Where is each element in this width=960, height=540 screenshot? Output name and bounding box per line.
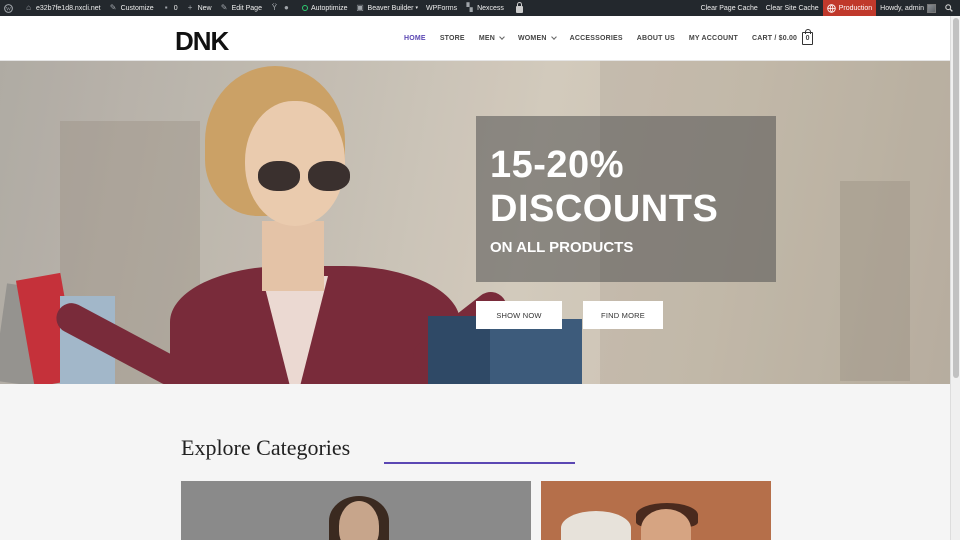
globe-icon [826, 3, 836, 13]
nav-home[interactable]: HOME [404, 35, 426, 42]
howdy-admin-link[interactable]: Howdy, admin [876, 0, 940, 16]
nav-store-label: STORE [439, 35, 465, 42]
admin-comments-count: 0 [173, 4, 178, 12]
hero-banner: 15-20% DISCOUNTS ON ALL PRODUCTS SHOW NO… [0, 61, 950, 384]
nav-about-us[interactable]: ABOUT US [637, 35, 675, 42]
admin-customize-label: Customize [120, 4, 154, 12]
category-card-men[interactable] [541, 481, 771, 540]
plus-icon: + [187, 3, 193, 12]
seo-dot-icon: ● [284, 3, 289, 12]
brush-icon: ✎ [109, 3, 117, 12]
admin-edit-page-link[interactable]: ✎ Edit Page [216, 0, 266, 16]
page-scrollbar[interactable] [950, 16, 960, 540]
admin-wpforms-link[interactable]: WPForms [422, 0, 461, 16]
cart-link[interactable]: CART / $0.00 0 [751, 29, 814, 45]
find-more-button[interactable]: FIND MORE [583, 301, 663, 329]
admin-site-link[interactable]: ⌂ e32b7fe1d8.nxcli.net [20, 0, 105, 16]
nav-men-label: MEN [478, 35, 495, 42]
chevron-down-icon [550, 33, 557, 40]
admin-nexcess-label: Nexcess [477, 4, 504, 12]
hero-overlay [0, 61, 950, 384]
nav-my-account-label: MY ACCOUNT [688, 35, 738, 42]
category-card-women[interactable] [181, 481, 531, 540]
nav-store[interactable]: STORE [440, 35, 465, 42]
nav-about-us-label: ABOUT US [636, 35, 675, 42]
lock-icon [515, 1, 523, 13]
nav-men[interactable]: MEN [478, 33, 505, 42]
section-title-underline [384, 462, 575, 464]
nav-accessories-label: ACCESSORIES [569, 35, 623, 42]
nav-women-label: WOMEN [517, 35, 547, 42]
howdy-label: Howdy, admin [880, 4, 924, 12]
production-badge[interactable]: Production [822, 0, 877, 16]
production-label: Production [838, 4, 873, 12]
show-now-button[interactable]: SHOW NOW [476, 301, 562, 329]
category-image [561, 511, 631, 540]
admin-customize-link[interactable]: ✎ Customize [105, 0, 158, 16]
promo-headline-discounts: DISCOUNTS [490, 188, 719, 230]
clear-site-cache-label: Clear Site Cache [765, 4, 819, 12]
chevron-down-icon [499, 33, 505, 40]
admin-autoptimize-label: Autoptimize [310, 4, 348, 12]
nav-my-account[interactable]: MY ACCOUNT [689, 35, 738, 42]
admin-new-label: New [197, 4, 212, 12]
admin-nexcess-link[interactable]: ▚ Nexcess [461, 0, 508, 16]
clear-page-cache-label: Clear Page Cache [700, 4, 758, 12]
wordpress-icon: W [4, 3, 13, 13]
admin-bar: W ⌂ e32b7fe1d8.nxcli.net ✎ Customize ▪ 0… [0, 0, 960, 16]
status-dot-icon [301, 5, 308, 11]
avatar [927, 3, 936, 13]
builder-icon: ▣ [356, 3, 364, 12]
admin-site-label: e32b7fe1d8.nxcli.net [36, 4, 101, 12]
cart-label: CART / $0.00 [751, 35, 798, 42]
clear-site-cache-link[interactable]: Clear Site Cache [762, 0, 823, 16]
search-icon [944, 4, 953, 13]
promo-box: 15-20% DISCOUNTS ON ALL PRODUCTS [476, 116, 776, 282]
cart-icon: 0 [802, 29, 814, 45]
nav-home-label: HOME [404, 35, 426, 42]
admin-edit-page-label: Edit Page [231, 4, 262, 12]
admin-autoptimize-link[interactable]: Autoptimize [298, 0, 352, 16]
admin-new-link[interactable]: + New [182, 0, 216, 16]
caret-icon: ▾ [415, 5, 418, 11]
site-header: DNK HOME STORE MEN WOMEN ACCESSORIES ABO… [0, 16, 950, 61]
admin-wpforms-label: WPForms [425, 4, 458, 12]
admin-yoast-link[interactable]: Ÿ ● [266, 0, 298, 16]
cart-count: 0 [805, 35, 810, 42]
home-icon: ⌂ [26, 3, 31, 12]
site-logo[interactable]: DNK [175, 26, 229, 57]
promo-headline-percent: 15-20% [490, 144, 624, 186]
wordpress-logo[interactable]: W [0, 0, 20, 16]
admin-search-button[interactable] [940, 0, 960, 16]
yoast-icon: Ÿ [271, 3, 278, 12]
scrollbar-thumb[interactable] [953, 18, 959, 378]
pencil-icon: ✎ [220, 3, 228, 12]
promo-subheadline: ON ALL PRODUCTS [490, 239, 634, 256]
admin-lock-link[interactable] [508, 0, 531, 16]
admin-beaver-builder-label: Beaver Builder [367, 4, 414, 12]
nav-accessories[interactable]: ACCESSORIES [570, 35, 623, 42]
comment-icon: ▪ [164, 3, 168, 12]
nexcess-icon: ▚ [466, 3, 473, 12]
section-title: Explore Categories [181, 435, 351, 460]
clear-page-cache-link[interactable]: Clear Page Cache [697, 0, 762, 16]
admin-beaver-builder-link[interactable]: ▣ Beaver Builder ▾ [352, 0, 422, 16]
admin-comments-link[interactable]: ▪ 0 [158, 0, 182, 16]
nav-women[interactable]: WOMEN [517, 33, 557, 42]
main-nav: HOME STORE MEN WOMEN ACCESSORIES ABOUT U… [404, 16, 814, 61]
